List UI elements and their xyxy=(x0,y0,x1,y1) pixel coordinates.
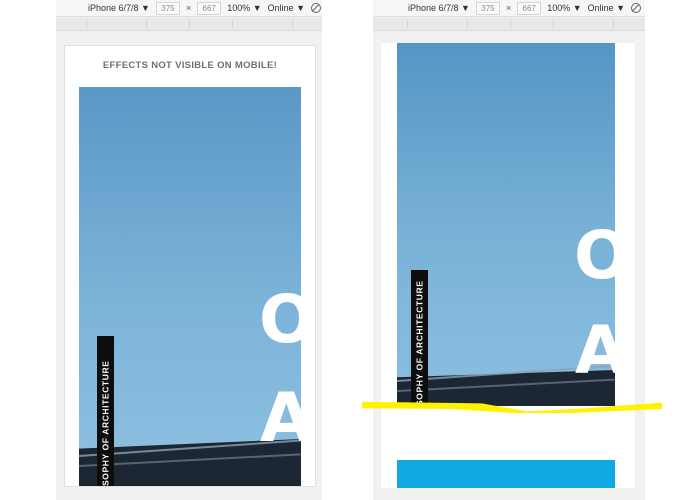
media-query-ruler[interactable] xyxy=(373,18,645,31)
hero-letter-a: A xyxy=(575,312,615,389)
devtools-panel-left: iPhone 6/7/8 ▼ 375 × 667 100% ▼ Online ▼… xyxy=(56,0,322,500)
device-toolbar-right: iPhone 6/7/8 ▼ 375 × 667 100% ▼ Online ▼ xyxy=(373,0,645,17)
zoom-select[interactable]: 100% ▼ xyxy=(227,3,261,13)
ruler-segment xyxy=(407,20,408,28)
ruler-segment xyxy=(467,20,468,28)
ruler-segment xyxy=(510,20,511,28)
mobile-notice: EFFECTS NOT VISIBLE ON MOBILE! xyxy=(102,60,278,71)
media-query-ruler[interactable] xyxy=(56,18,322,31)
device-toolbar-left: iPhone 6/7/8 ▼ 375 × 667 100% ▼ Online ▼ xyxy=(56,0,322,17)
ruler-segment xyxy=(189,20,190,28)
width-input[interactable]: 375 xyxy=(155,1,180,15)
width-input[interactable]: 375 xyxy=(475,1,500,15)
zoom-select[interactable]: 100% ▼ xyxy=(547,3,581,13)
hero-letter-o: O xyxy=(259,287,301,353)
device-select[interactable]: iPhone 6/7/8 ▼ xyxy=(88,3,150,13)
ruler-segment xyxy=(232,20,233,28)
rotate-icon[interactable] xyxy=(311,3,322,13)
devtools-panel-right: iPhone 6/7/8 ▼ 375 × 667 100% ▼ Online ▼… xyxy=(373,0,645,500)
device-viewport-left: EFFECTS NOT VISIBLE ON MOBILE! O A SOPHY… xyxy=(64,45,316,487)
network-select[interactable]: Online ▼ xyxy=(268,3,305,13)
dimension-separator: × xyxy=(185,3,192,13)
ruler-segment xyxy=(86,20,87,28)
ruler-segment xyxy=(292,20,293,28)
height-input[interactable]: 667 xyxy=(517,1,542,15)
hero-letter-o: O xyxy=(574,217,615,294)
vertical-title-tag: SOPHY OF ARCHITECTURE xyxy=(411,270,428,406)
vertical-title-text: SOPHY OF ARCHITECTURE xyxy=(414,280,425,406)
height-input[interactable]: 667 xyxy=(197,1,222,15)
hero-image: O A xyxy=(397,43,615,406)
device-select[interactable]: iPhone 6/7/8 ▼ xyxy=(408,3,470,13)
rotate-icon[interactable] xyxy=(631,3,642,13)
ruler-segment xyxy=(553,20,554,28)
hero-letter-a: A xyxy=(260,385,301,453)
ruler-segment xyxy=(146,20,147,28)
dimension-separator: × xyxy=(505,3,512,13)
accent-bar xyxy=(397,460,615,488)
network-select[interactable]: Online ▼ xyxy=(588,3,625,13)
ruler-segment xyxy=(613,20,614,28)
device-viewport-right: O A SOPHY OF ARCHITECTURE xyxy=(381,43,635,488)
vertical-title-text: SOPHY OF ARCHITECTURE xyxy=(100,360,111,486)
vertical-title-tag: SOPHY OF ARCHITECTURE xyxy=(97,336,114,486)
